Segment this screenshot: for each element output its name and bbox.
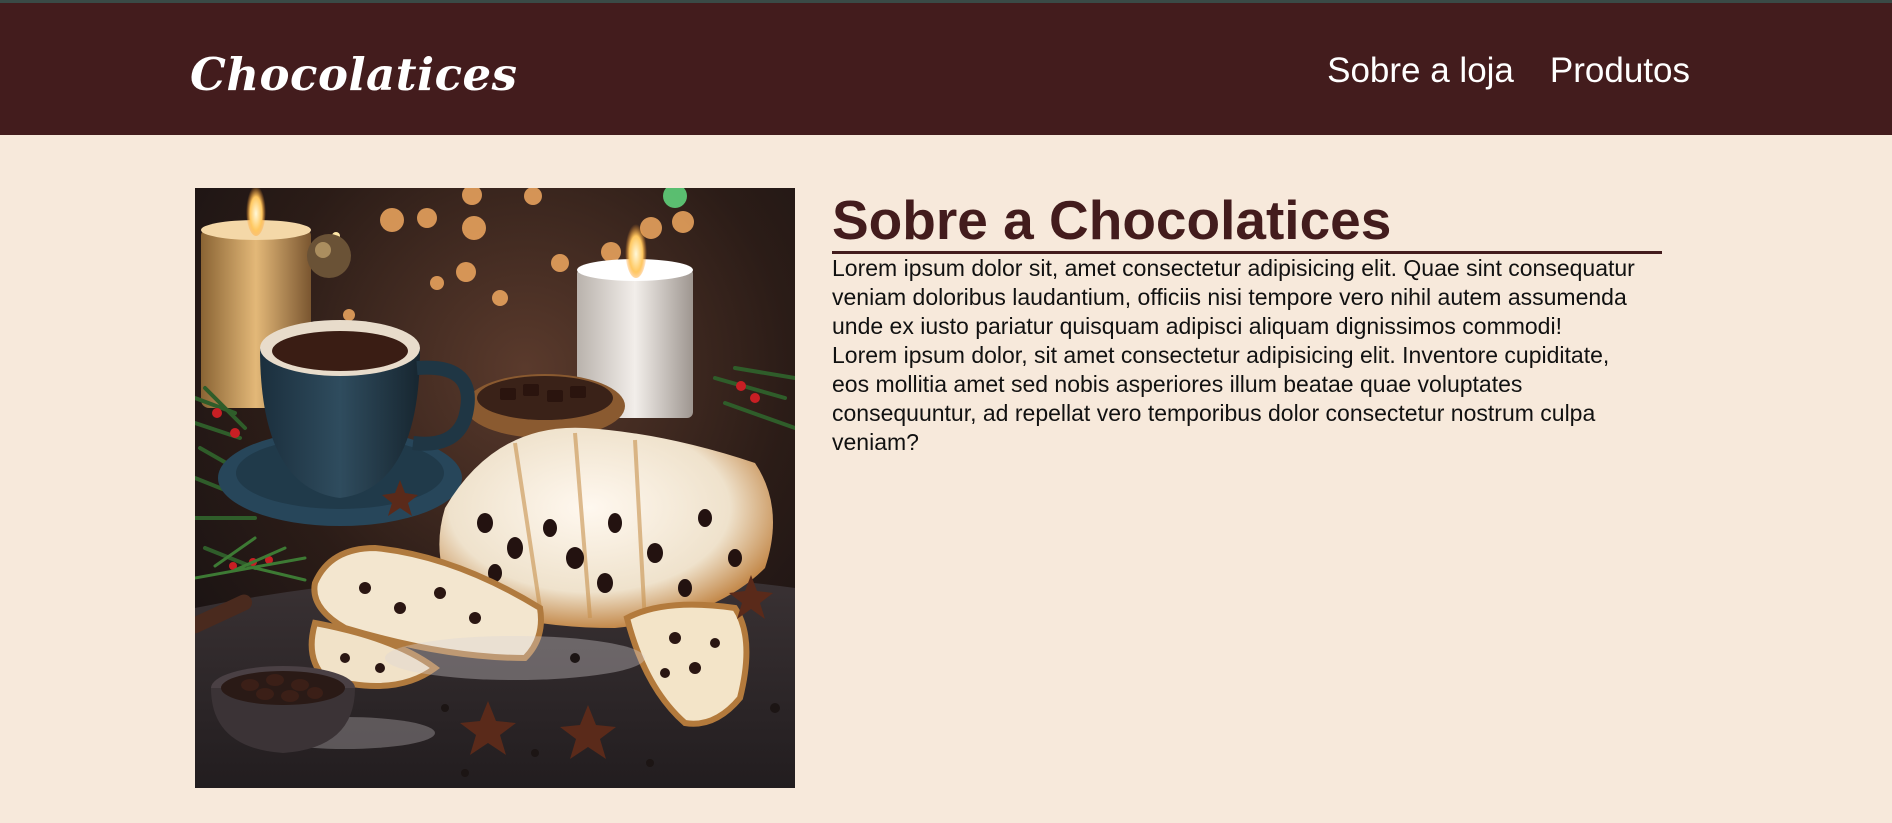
about-section: Sobre a Chocolatices Lorem ipsum dolor s… <box>832 190 1662 457</box>
site-header: Chocolatices Sobre a loja Produtos <box>0 3 1892 135</box>
about-paragraph-1: Lorem ipsum dolor sit, amet consectetur … <box>832 255 1635 339</box>
stollen-coffee-photo <box>195 188 795 788</box>
brand-logo[interactable]: Chocolatices <box>190 48 517 101</box>
main-nav: Sobre a loja Produtos <box>1327 51 1690 91</box>
nav-link-sobre-a-loja[interactable]: Sobre a loja <box>1327 51 1514 91</box>
about-title: Sobre a Chocolatices <box>832 190 1662 254</box>
nav-link-produtos[interactable]: Produtos <box>1550 51 1690 91</box>
about-paragraph-2: Lorem ipsum dolor, sit amet consectetur … <box>832 342 1610 455</box>
